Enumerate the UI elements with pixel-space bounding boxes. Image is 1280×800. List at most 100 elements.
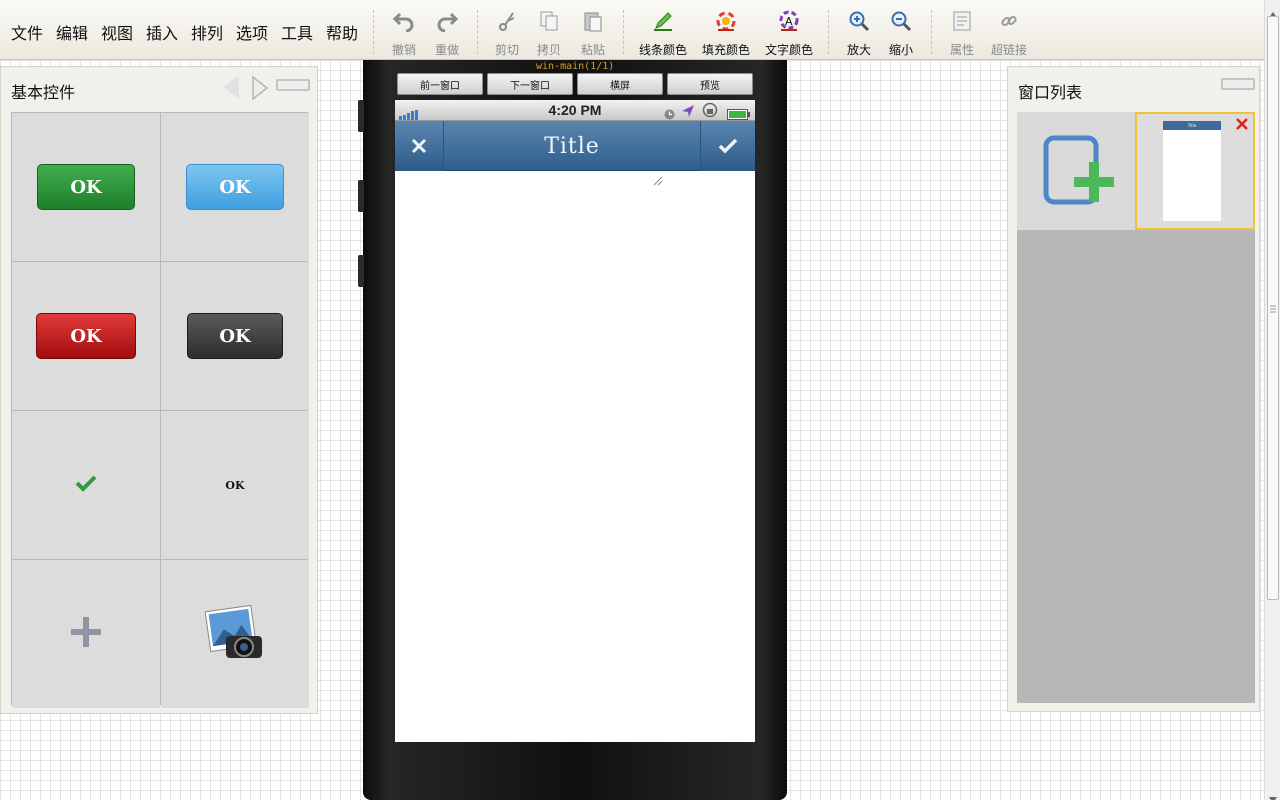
redo-icon [434, 8, 460, 34]
confirm-button[interactable] [700, 121, 755, 171]
menu-arrange[interactable]: 排列 [191, 20, 223, 44]
toolbar-separator [477, 10, 478, 54]
window-thumbnail[interactable]: Title [1135, 112, 1255, 230]
zoom-out-button[interactable]: 缩小 [873, 8, 929, 58]
menu-file[interactable]: 文件 [11, 20, 43, 44]
widget-cell[interactable] [12, 560, 160, 708]
phone-screen[interactable]: 4:20 PM Title [395, 100, 755, 742]
svg-text:A: A [785, 15, 793, 28]
menu-edit[interactable]: 编辑 [56, 20, 88, 44]
panel-title: 基本控件 [11, 83, 76, 102]
widget-cell[interactable] [161, 560, 309, 708]
hyperlink-button[interactable]: 超链接 [981, 8, 1037, 58]
add-window-button[interactable] [1017, 112, 1135, 230]
scroll-down-icon[interactable] [1269, 788, 1277, 800]
panel-collapse-button[interactable] [1221, 78, 1255, 90]
basic-widgets-panel: 基本控件 OK OK OK OK OK [0, 66, 318, 714]
vertical-scrollbar[interactable] [1264, 0, 1280, 800]
next-page-icon[interactable] [251, 75, 269, 101]
menu-help[interactable]: 帮助 [326, 20, 358, 44]
cut-label: 剪切 [494, 43, 519, 57]
plus-icon[interactable] [69, 615, 103, 653]
status-bar: 4:20 PM [395, 100, 755, 121]
ok-text-button[interactable]: OK [225, 479, 244, 492]
paste-button[interactable]: 粘贴 [565, 8, 621, 58]
widget-cell[interactable] [12, 411, 160, 559]
window-list-panel: 窗口列表 Title [1007, 66, 1260, 712]
phone-side-button [358, 255, 364, 287]
new-window-icon [1043, 135, 1114, 205]
close-button[interactable] [395, 121, 444, 171]
copy-label: 拷贝 [536, 43, 561, 57]
close-icon [411, 138, 427, 154]
widget-cell[interactable]: OK [161, 411, 309, 559]
menu-view[interactable]: 视图 [101, 20, 133, 44]
fill-color-label: 填充颜色 [701, 43, 750, 57]
zoom-out-icon [888, 8, 914, 34]
properties-icon [949, 8, 975, 34]
hyperlink-label: 超链接 [990, 43, 1027, 57]
widget-cell[interactable]: OK [12, 113, 160, 261]
widget-cell[interactable]: OK [12, 262, 160, 410]
ok-button-red[interactable]: OK [36, 313, 136, 359]
landscape-button[interactable]: 横屏 [577, 73, 663, 95]
preview-button[interactable]: 预览 [667, 73, 753, 95]
text-color-icon: A [776, 8, 802, 34]
toolbar-separator [828, 10, 829, 54]
toolbar-separator [373, 10, 374, 54]
image-widget-icon[interactable] [204, 602, 266, 666]
toolbar-separator [931, 10, 932, 54]
thumbnail-screen: Title [1163, 121, 1221, 221]
toolbar-separator [623, 10, 624, 54]
menu-insert[interactable]: 插入 [146, 20, 178, 44]
checkmark-icon[interactable] [75, 474, 97, 496]
menu-tools[interactable]: 工具 [281, 20, 313, 44]
ok-button-dark[interactable]: OK [187, 313, 283, 359]
fill-color-button[interactable]: 填充颜色 [697, 8, 755, 58]
paste-label: 粘贴 [580, 43, 605, 57]
copy-icon [536, 8, 562, 34]
window-list: Title [1017, 112, 1255, 703]
panel-title: 窗口列表 [1018, 83, 1083, 102]
text-color-button[interactable]: A 文字颜色 [760, 8, 818, 58]
thumbnail-title: Title [1163, 121, 1221, 130]
paint-bucket-icon [713, 8, 739, 34]
undo-icon [391, 8, 417, 34]
window-label: win-main(1/1) [536, 61, 615, 72]
link-icon [996, 8, 1022, 34]
rotation-lock-icon [701, 102, 719, 122]
line-color-button[interactable]: 线条颜色 [634, 8, 692, 58]
location-icon [681, 103, 695, 122]
zoom-out-label: 缩小 [888, 43, 913, 57]
grip-icon [1270, 305, 1276, 313]
app-title-bar: Title [395, 121, 755, 171]
properties-label: 属性 [949, 43, 974, 57]
line-color-label: 线条颜色 [638, 43, 687, 57]
widget-cell[interactable]: OK [161, 113, 309, 261]
delete-window-icon[interactable] [1235, 116, 1249, 135]
prev-window-button[interactable]: 前一窗口 [397, 73, 483, 95]
app-title: Title [544, 133, 600, 159]
phone-side-button [358, 180, 364, 212]
zoom-in-icon [846, 8, 872, 34]
previous-page-icon[interactable] [223, 75, 239, 99]
next-window-button[interactable]: 下一窗口 [487, 73, 573, 95]
resize-handle-icon[interactable] [653, 171, 663, 190]
zoom-in-label: 放大 [846, 43, 871, 57]
undo-label: 撤销 [391, 43, 416, 57]
ok-button-blue[interactable]: OK [186, 164, 284, 210]
menu-options[interactable]: 选项 [236, 20, 268, 44]
phone-side-button [358, 100, 364, 132]
panel-collapse-button[interactable] [276, 79, 310, 91]
ok-button-green[interactable]: OK [37, 164, 135, 210]
redo-button[interactable]: 重做 [419, 8, 475, 58]
toolbar: 文件 编辑 视图 插入 排列 选项 工具 帮助 撤销 重做 剪切 拷贝 粘贴 线… [0, 0, 1264, 60]
text-color-label: 文字颜色 [764, 43, 813, 57]
widget-grid: OK OK OK OK OK [11, 112, 309, 708]
scissors-icon [494, 8, 520, 34]
pencil-icon [650, 8, 676, 34]
widget-cell[interactable]: OK [161, 262, 309, 410]
redo-label: 重做 [434, 43, 459, 57]
paste-icon [580, 8, 606, 34]
scrollbar-thumb[interactable] [1267, 16, 1279, 600]
